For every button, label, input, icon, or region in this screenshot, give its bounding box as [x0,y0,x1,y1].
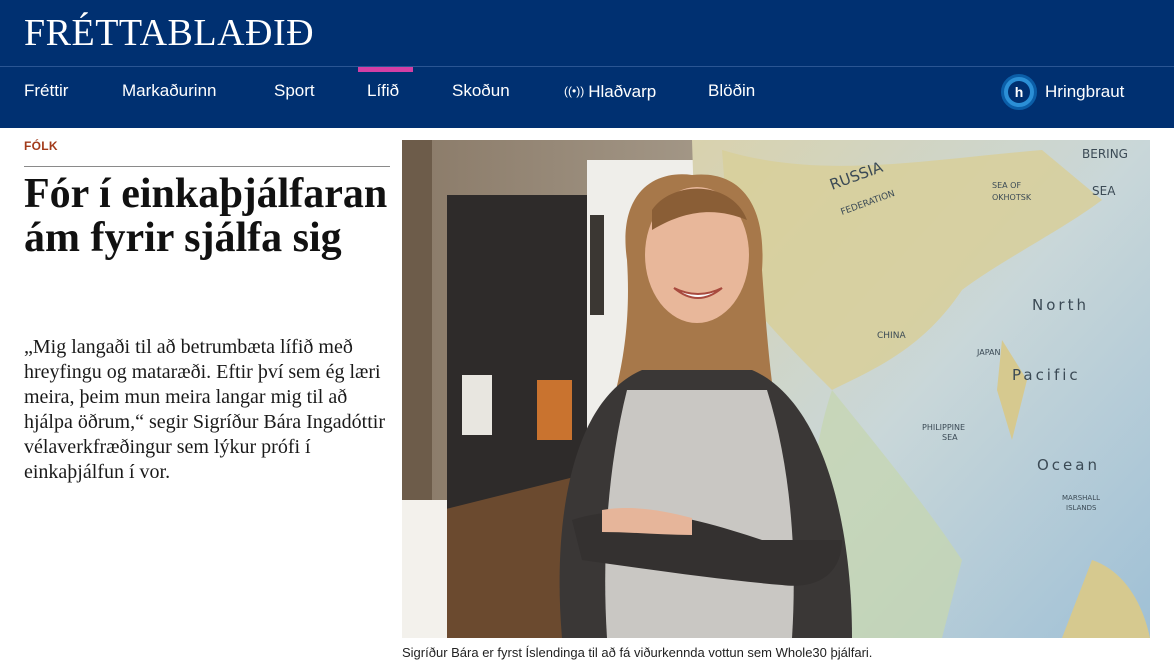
nav-item-skodun[interactable]: Skoðun [452,80,510,102]
hringbraut-label: Hringbraut [1045,82,1125,101]
nav-item-sport[interactable]: Sport [274,80,315,102]
svg-text:CHINA: CHINA [877,331,906,341]
nav-item-markadurinn[interactable]: Markaðurinn [122,80,217,102]
svg-text:SEA: SEA [942,433,958,442]
svg-text:PHILIPPINE: PHILIPPINE [922,423,965,432]
site-logo[interactable]: FRÉTTABLAÐIÐ [24,14,314,52]
nav-item-blodin[interactable]: Blöðin [708,80,755,102]
nav-item-lifid[interactable]: Lífið [367,80,399,102]
hringbraut-link[interactable]: h Hringbraut [1001,74,1124,110]
svg-text:ISLANDS: ISLANDS [1066,504,1097,512]
svg-text:Ocean: Ocean [1037,456,1100,474]
svg-text:North: North [1032,296,1089,314]
svg-text:OKHOTSK: OKHOTSK [992,193,1032,202]
nav-item-frettir[interactable]: Fréttir [24,80,68,102]
svg-text:SEA OF: SEA OF [992,181,1021,190]
hringbraut-logo-icon: h [1001,74,1037,110]
svg-text:SEA: SEA [1092,184,1116,198]
nav-item-hladvarp-label: Hlaðvarp [588,82,657,101]
photo-caption: Sigríður Bára er fyrst Íslendinga til að… [402,645,873,660]
article-kicker[interactable]: FÓLK [24,139,58,153]
nav-item-hladvarp[interactable]: ((•)) Hlaðvarp [564,80,656,103]
article-title: Fór í einkaþjálfaranám fyrir sjálfa sig [24,171,388,261]
nav-active-indicator [358,67,413,72]
article-lead: „Mig langaði til að betrumbæta lífið með… [24,336,386,483]
masthead: FRÉTTABLAÐIÐ [0,0,1174,66]
kicker-divider [24,166,390,167]
svg-text:MARSHALL: MARSHALL [1062,494,1100,502]
main-nav: Fréttir Markaðurinn Sport Lífið Skoðun (… [0,67,1174,128]
svg-text:BERING: BERING [1082,147,1128,161]
svg-text:Pacific: Pacific [1012,366,1081,384]
article-photo: RUSSIA FEDERATION BERING SEA SEA OF OKHO… [402,140,1150,638]
podcast-icon: ((•)) [564,84,585,98]
svg-text:JAPAN: JAPAN [976,348,1000,357]
